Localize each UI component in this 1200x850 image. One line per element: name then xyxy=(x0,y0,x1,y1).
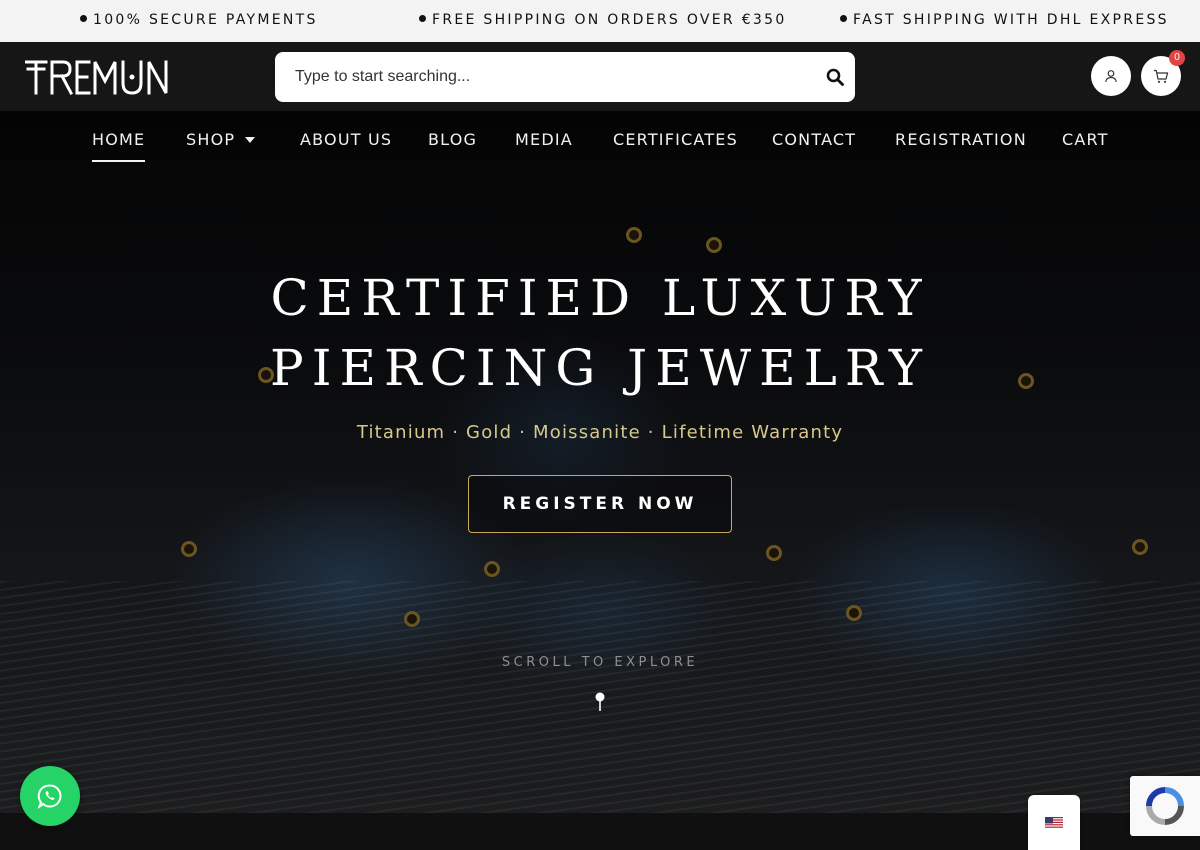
nav-blog[interactable]: BLOG xyxy=(428,130,477,149)
us-flag-icon xyxy=(1045,816,1063,829)
recaptcha-icon xyxy=(1146,787,1184,825)
jewel-prong xyxy=(626,227,642,243)
whatsapp-icon xyxy=(37,784,62,809)
language-switcher[interactable] xyxy=(1028,795,1080,850)
search-input[interactable] xyxy=(275,52,815,102)
nav-shop[interactable]: SHOP xyxy=(186,130,256,149)
bullet-icon xyxy=(840,15,847,22)
nav-certificates[interactable]: CERTIFICATES xyxy=(613,130,738,149)
announcement-bar: 100% SECURE PAYMENTS FREE SHIPPING ON OR… xyxy=(0,0,1200,42)
nav-media[interactable]: MEDIA xyxy=(515,130,573,149)
scroll-to-explore-label: SCROLL TO EXPLORE xyxy=(501,655,699,670)
whatsapp-button[interactable] xyxy=(20,766,80,826)
hero-section: HOME SHOP ABOUT US BLOG MEDIA CERTIFICAT… xyxy=(0,111,1200,813)
search-icon[interactable] xyxy=(823,65,847,89)
caret-down-icon xyxy=(245,137,256,143)
jewel-prong xyxy=(484,561,500,577)
next-section-preview xyxy=(0,813,1200,850)
announcement-free-shipping: FREE SHIPPING ON ORDERS OVER €350 xyxy=(419,12,787,28)
site-header: 0 xyxy=(0,42,1200,111)
site-logo[interactable] xyxy=(24,59,177,96)
nav-home[interactable]: HOME xyxy=(92,130,146,162)
logo-mark xyxy=(24,60,168,96)
jewel-prong xyxy=(846,605,862,621)
nav-cart[interactable]: CART xyxy=(1062,130,1109,149)
jewel-prong xyxy=(1132,539,1148,555)
jewel-prong xyxy=(766,545,782,561)
jewel-prong xyxy=(706,237,722,253)
user-icon xyxy=(1105,70,1117,83)
nav-contact[interactable]: CONTACT xyxy=(772,130,856,149)
recaptcha-badge[interactable] xyxy=(1130,776,1200,836)
scroll-indicator-icon[interactable] xyxy=(594,691,606,715)
account-button[interactable] xyxy=(1091,56,1131,96)
cart-icon xyxy=(1154,69,1169,83)
cart-button[interactable]: 0 xyxy=(1141,50,1185,96)
cart-count-badge: 0 xyxy=(1169,50,1185,66)
register-now-button[interactable]: REGISTER NOW xyxy=(468,475,732,533)
nav-registration[interactable]: REGISTRATION xyxy=(895,130,1027,149)
hero-title: CERTIFIED LUXURY PIERCING JEWELRY xyxy=(270,269,930,397)
jewel-prong xyxy=(404,611,420,627)
jewel-prong xyxy=(181,541,197,557)
nav-about-us[interactable]: ABOUT US xyxy=(300,130,392,149)
hero-subtitle: Titanium · Gold · Moissanite · Lifetime … xyxy=(356,422,844,443)
search-bar xyxy=(275,52,855,102)
announcement-fast-shipping: FAST SHIPPING WITH DHL EXPRESS xyxy=(840,12,1169,28)
main-nav: HOME SHOP ABOUT US BLOG MEDIA CERTIFICAT… xyxy=(0,111,1200,167)
bullet-icon xyxy=(419,15,426,22)
bullet-icon xyxy=(80,15,87,22)
announcement-secure-payments: 100% SECURE PAYMENTS xyxy=(80,12,318,28)
